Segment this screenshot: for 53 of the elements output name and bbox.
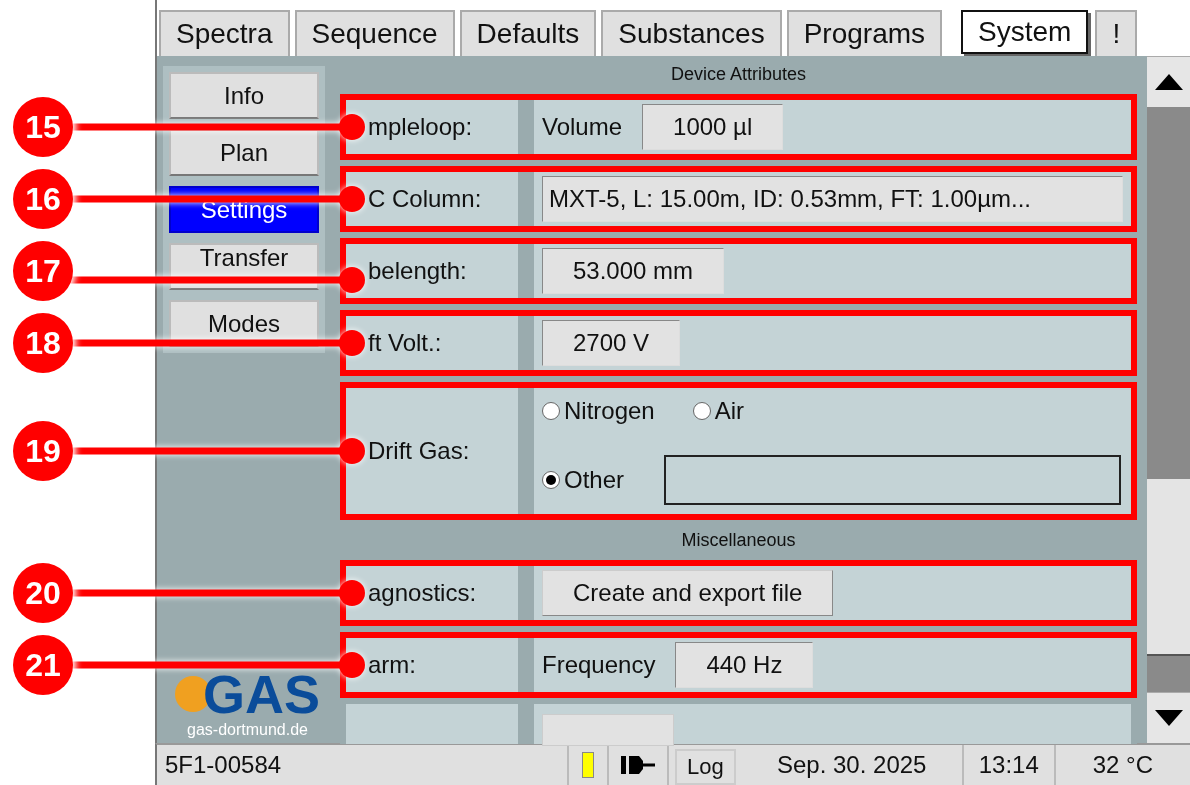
field-label: Frequency	[542, 651, 656, 679]
callout-badge: 20	[13, 563, 73, 623]
setting-label: agnostics:	[367, 579, 477, 607]
callout-badge: 16	[13, 169, 73, 229]
radio-button[interactable]	[692, 402, 711, 420]
tab[interactable]: Spectra	[159, 10, 290, 56]
log-button[interactable]: Log	[675, 749, 736, 785]
section-title: Device Attributes	[669, 63, 808, 86]
setting-label: belength:	[367, 257, 467, 285]
sidebar-button[interactable]: Plan	[169, 129, 319, 176]
scroll-down-button[interactable]	[1147, 692, 1190, 743]
callout-badge: 21	[13, 635, 73, 695]
callout-badge: 15	[13, 97, 73, 157]
status-time: 13:14	[963, 745, 1056, 785]
tab[interactable]: Programs	[786, 10, 943, 56]
callout-badge: 18	[13, 313, 73, 373]
callout-badge: 17	[13, 241, 73, 301]
tab[interactable]: Sequence	[294, 10, 455, 56]
device-id: 5F1-00584	[157, 745, 569, 785]
radio-label[interactable]: Nitrogen	[564, 397, 655, 425]
tab[interactable]: Defaults	[459, 10, 597, 56]
section-title: Miscellaneous	[680, 529, 797, 552]
setting-label: arm:	[367, 651, 416, 679]
field-label: Volume	[542, 113, 623, 141]
setting-label: C Column:	[367, 185, 482, 213]
setting-label: mpleloop:	[367, 113, 473, 141]
status-indicator-icon	[582, 752, 594, 778]
tab[interactable]: !	[1095, 10, 1138, 56]
value-field[interactable]: 53.000 mm	[542, 248, 725, 294]
status-temperature: 32 °C	[1091, 750, 1154, 780]
tab[interactable]: System	[961, 10, 1089, 54]
scroll-thumb[interactable]	[1147, 479, 1190, 656]
tab[interactable]: Substances	[601, 10, 782, 56]
up-arrow-icon	[1153, 73, 1184, 91]
status-date: Sep. 30. 2025	[741, 745, 964, 785]
scroll-up-button[interactable]	[1147, 56, 1190, 107]
radio-label[interactable]: Other	[564, 466, 625, 494]
callout-badge: 19	[13, 421, 73, 481]
value-field[interactable]: 440 Hz	[675, 642, 814, 688]
setting-label: Drift Gas:	[367, 437, 470, 465]
value-field[interactable]: 1000 µl	[642, 104, 784, 150]
down-arrow-icon	[1153, 709, 1184, 727]
sidebar-button[interactable]: Info	[169, 72, 319, 119]
radio-button[interactable]	[542, 402, 560, 420]
input-field[interactable]	[664, 455, 1121, 505]
radio-label[interactable]: Air	[714, 397, 745, 425]
logo-url: gas-dortmund.de	[187, 721, 308, 739]
setting-label: ft Volt.:	[367, 329, 442, 357]
value-field[interactable]: MXT-5, L: 15.00m, ID: 0.53mm, FT: 1.00µm...	[542, 176, 1123, 222]
radio-button[interactable]	[542, 471, 560, 489]
plug-icon	[621, 754, 655, 776]
export-button[interactable]: Create and export file	[542, 570, 834, 616]
value-field[interactable]: 2700 V	[542, 320, 681, 366]
